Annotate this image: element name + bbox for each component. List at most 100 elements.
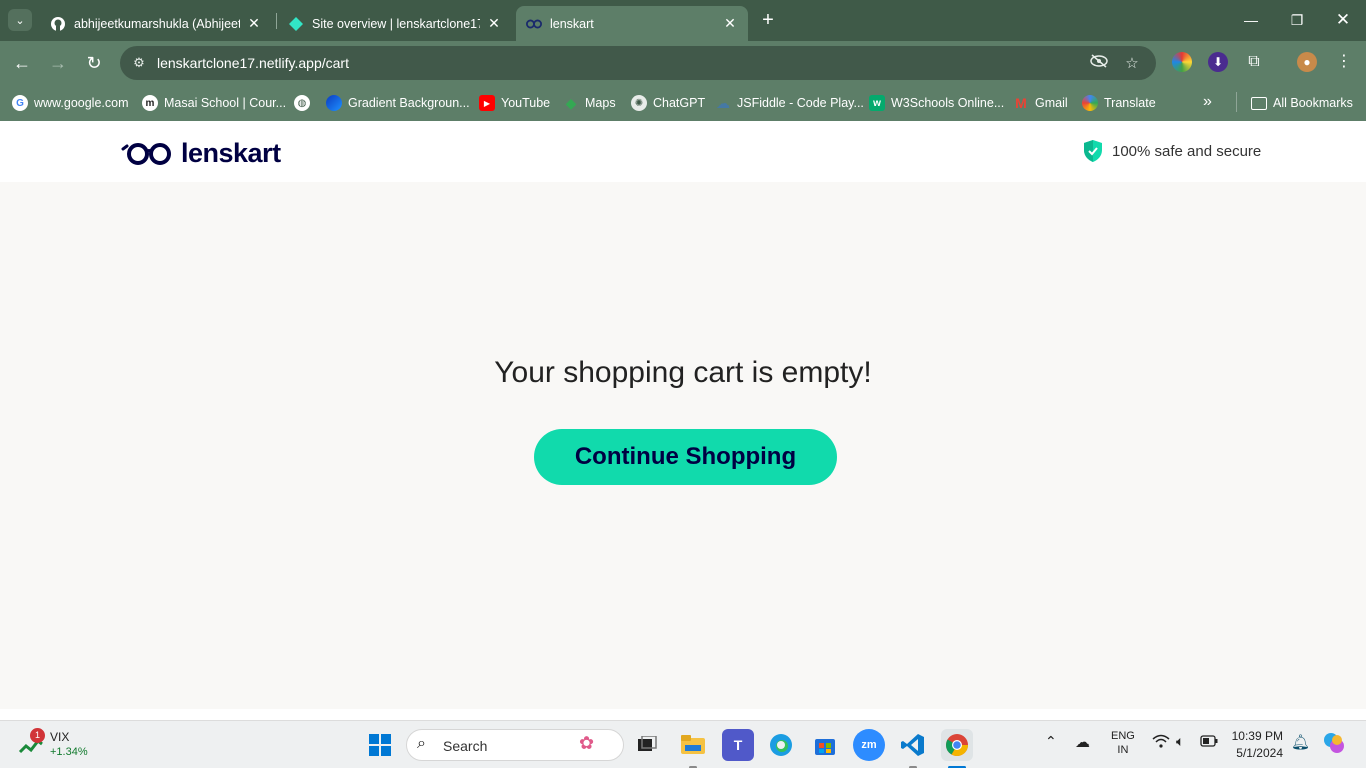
bookmarks-divider: [1236, 92, 1237, 112]
teams-icon[interactable]: T: [722, 729, 754, 761]
empty-cart-message: Your shopping cart is empty!: [494, 356, 872, 389]
clock-time: 10:39 PM: [1231, 729, 1283, 743]
lenskart-logo[interactable]: lenskart: [121, 138, 281, 169]
bookmark-label: Translate: [1104, 96, 1156, 110]
close-tab-icon[interactable]: ✕: [486, 15, 502, 32]
tab-netlify[interactable]: Site overview | lenskartclone17 | Netlif…: [278, 6, 512, 41]
bookmark-maps[interactable]: ◆ Maps: [563, 93, 616, 113]
logo-text: lenskart: [181, 138, 281, 168]
bookmark-chatgpt[interactable]: ✺ ChatGPT: [631, 93, 705, 113]
search-icon: ⌕: [417, 735, 426, 752]
forward-arrow-icon[interactable]: →: [46, 51, 70, 75]
close-tab-icon[interactable]: ✕: [722, 15, 738, 32]
extensions-puzzle-icon[interactable]: ⧉: [1244, 52, 1264, 72]
bookmark-youtube[interactable]: ▶ YouTube: [479, 93, 550, 113]
notification-badge: 1: [30, 728, 45, 743]
language-indicator[interactable]: ENG IN: [1111, 730, 1135, 756]
bookmark-translate[interactable]: Translate: [1082, 93, 1156, 113]
bookmark-label: JSFiddle - Code Play...: [737, 96, 864, 110]
tab-lenskart[interactable]: lenskart ✕: [516, 6, 748, 41]
close-window-icon[interactable]: ✕: [1331, 8, 1355, 32]
bookmark-label: YouTube: [501, 96, 551, 110]
tab-divider: [276, 13, 277, 29]
profile-avatar[interactable]: ●: [1297, 52, 1317, 72]
globe-icon: ◍: [294, 95, 310, 111]
bookmark-globe[interactable]: ◍: [294, 93, 316, 113]
youtube-icon: ▶: [479, 95, 495, 111]
address-bar[interactable]: ⚙ lenskartclone17.netlify.app/cart ☆: [120, 46, 1156, 80]
bookmark-masai[interactable]: m Masai School | Cour...: [142, 93, 286, 113]
windows-start-icon[interactable]: [364, 729, 396, 761]
more-bookmarks-chevron-icon[interactable]: »: [1203, 93, 1212, 111]
bookmark-label: Gradient Backgroun...: [348, 96, 470, 110]
chrome-icon[interactable]: [941, 729, 973, 761]
bookmarks-bar: G www.google.com m Masai School | Cour..…: [0, 85, 1366, 121]
url-text[interactable]: lenskartclone17.netlify.app/cart: [157, 55, 349, 71]
onedrive-cloud-icon[interactable]: ☁: [1075, 733, 1090, 751]
eye-hidden-icon[interactable]: [1089, 54, 1109, 74]
download-extension-icon[interactable]: ⬇: [1208, 52, 1228, 72]
tab-github[interactable]: abhijeetkumarshukla (Abhijeet Shukla) ✕: [40, 6, 272, 41]
minimize-icon[interactable]: —: [1239, 8, 1263, 32]
folder-icon: [1251, 96, 1267, 110]
tab-title: Site overview | lenskartclone17 | Netlif…: [312, 16, 480, 31]
reload-icon[interactable]: ↻: [82, 51, 106, 75]
clock[interactable]: 10:39 PM 5/1/2024: [1231, 729, 1283, 760]
flowers-icon: ✿: [579, 733, 595, 753]
tab-search-chevron-icon[interactable]: ⌄: [8, 9, 32, 31]
bookmark-jsfiddle[interactable]: ☁ JSFiddle - Code Play...: [715, 93, 864, 113]
stock-widget[interactable]: 1 VIX +1.34%: [18, 728, 108, 762]
gradient-icon: [326, 95, 342, 111]
all-bookmarks-folder[interactable]: All Bookmarks: [1251, 93, 1353, 113]
color-picker-extension-icon[interactable]: [1172, 52, 1192, 72]
clock-date: 5/1/2024: [1236, 746, 1283, 760]
edge-icon[interactable]: [765, 729, 797, 761]
lenskart-icon: [526, 16, 542, 32]
bookmark-google[interactable]: G www.google.com: [12, 93, 129, 113]
secure-badge: 100% safe and secure: [1082, 139, 1261, 163]
notification-bell-icon[interactable]: 🔔︎: [1291, 733, 1310, 751]
bookmark-star-icon[interactable]: ☆: [1122, 54, 1142, 74]
volume-icon[interactable]: 🔈︎: [1176, 733, 1184, 750]
netlify-icon: [288, 16, 304, 32]
translate-icon: [1082, 95, 1098, 111]
new-tab-plus-icon[interactable]: +: [758, 10, 778, 30]
bookmark-label: Maps: [585, 96, 616, 110]
bookmark-gradient[interactable]: Gradient Backgroun...: [326, 93, 470, 113]
stock-change: +1.34%: [50, 746, 88, 758]
bookmark-w3schools[interactable]: w W3Schools Online...: [869, 93, 1004, 113]
back-arrow-icon[interactable]: ←: [10, 51, 34, 75]
browser-toolbar: ← → ↻ ⚙ lenskartclone17.netlify.app/cart…: [0, 41, 1366, 85]
show-hidden-icons-chevron-icon[interactable]: ⌃: [1045, 733, 1057, 750]
bookmark-label: Gmail: [1035, 96, 1068, 110]
taskbar-search-box[interactable]: ⌕ Search ✿: [406, 729, 624, 761]
browser-tab-bar: ⌄ abhijeetkumarshukla (Abhijeet Shukla) …: [0, 0, 1366, 41]
vscode-icon[interactable]: [897, 729, 929, 761]
glasses-logo-icon: [121, 142, 171, 165]
wifi-icon[interactable]: [1152, 734, 1170, 751]
copilot-icon[interactable]: [1322, 731, 1346, 758]
chatgpt-icon: ✺: [631, 95, 647, 111]
restore-icon[interactable]: ❐: [1285, 8, 1309, 32]
page-footer-strip: [0, 709, 1366, 720]
continue-shopping-button[interactable]: Continue Shopping: [534, 429, 837, 485]
bookmark-label: All Bookmarks: [1273, 96, 1353, 110]
site-header: lenskart 100% safe and secure: [0, 121, 1366, 182]
site-settings-icon[interactable]: ⚙: [130, 54, 148, 72]
bookmark-gmail[interactable]: M Gmail: [1013, 93, 1068, 113]
task-view-icon[interactable]: [631, 729, 663, 761]
jsfiddle-icon: ☁: [716, 94, 730, 111]
w3schools-icon: w: [869, 95, 885, 111]
gmail-icon: M: [1015, 95, 1027, 111]
maps-icon: ◆: [565, 94, 577, 111]
lang-top: ENG: [1111, 730, 1135, 742]
google-icon: G: [12, 95, 28, 111]
bookmark-label: www.google.com: [34, 96, 129, 110]
close-tab-icon[interactable]: ✕: [246, 15, 262, 32]
bookmark-label: Masai School | Cour...: [164, 96, 287, 110]
menu-kebab-icon[interactable]: ⋮: [1334, 52, 1354, 72]
file-explorer-icon[interactable]: [677, 729, 709, 761]
microsoft-store-icon[interactable]: [809, 729, 841, 761]
zoom-icon[interactable]: zm: [853, 729, 885, 761]
battery-icon[interactable]: [1200, 735, 1218, 750]
